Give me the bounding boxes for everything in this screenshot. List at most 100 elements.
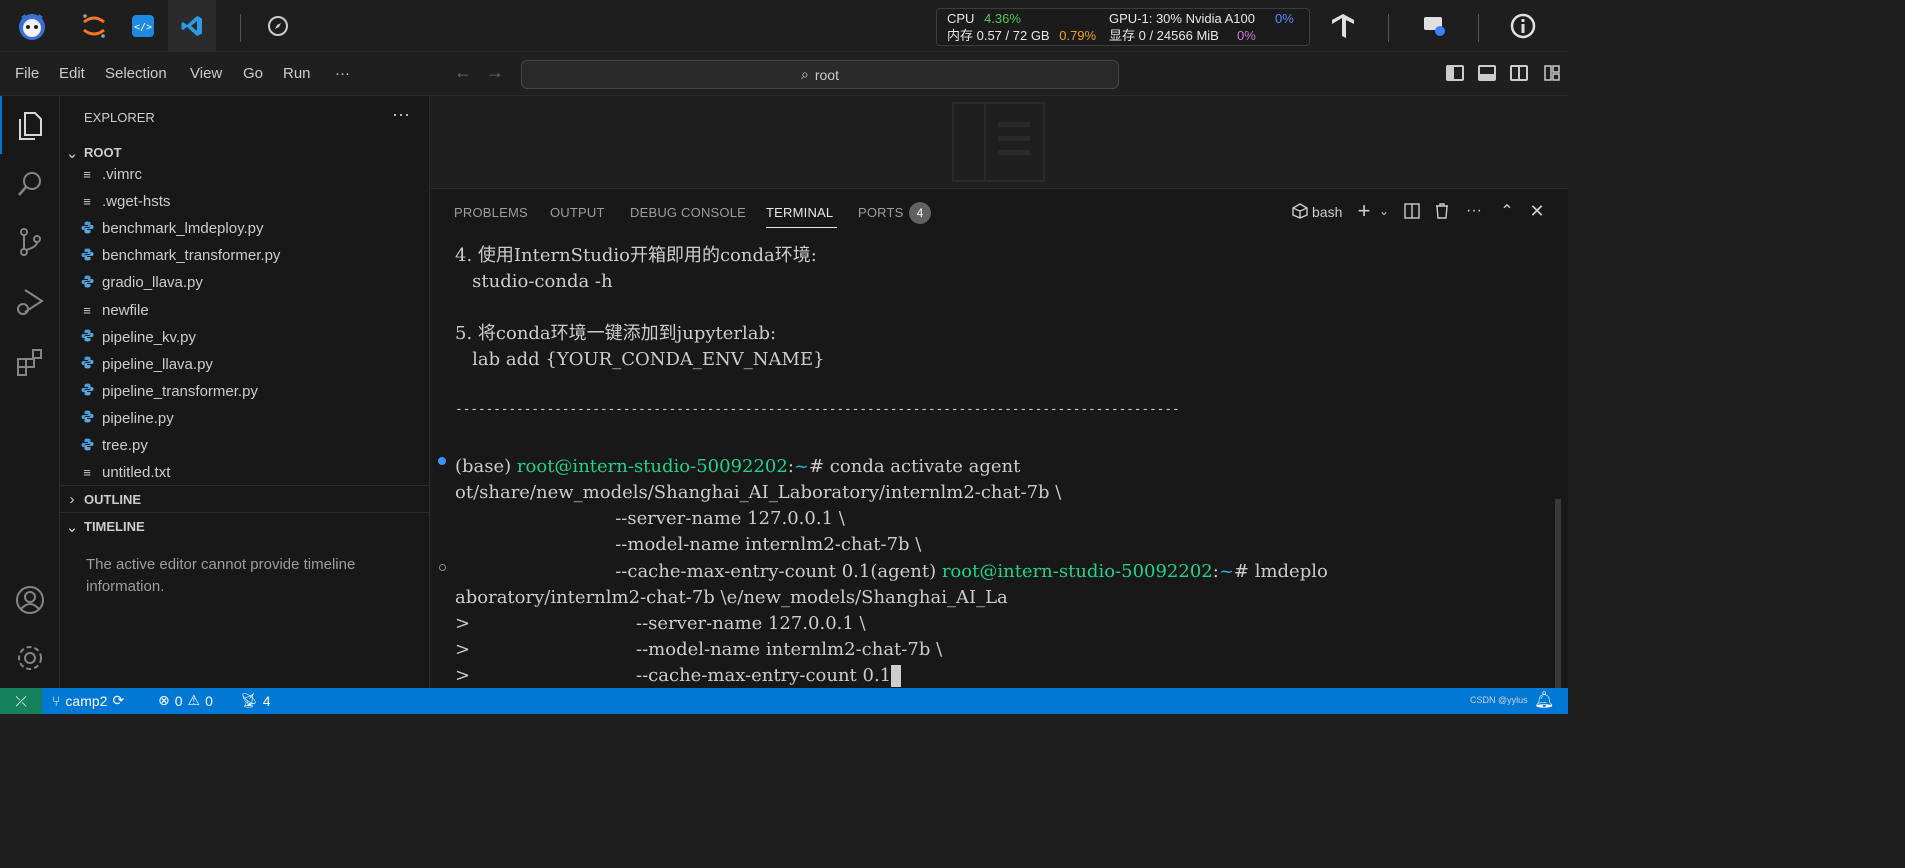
settings-gear-icon[interactable] [0, 630, 60, 686]
vscode-icon [174, 8, 210, 44]
tab-ports[interactable]: PORTS [858, 205, 904, 220]
timeline-message: The active editor cannot provide timelin… [86, 556, 356, 595]
menu-file[interactable]: File [15, 65, 39, 82]
ports-count: 4 [262, 692, 271, 709]
info-icon[interactable] [1505, 8, 1541, 44]
file-name: gradio_llava.py [102, 274, 203, 292]
root-folder-label: ROOT [84, 145, 122, 160]
active-tab-underline [766, 227, 837, 228]
back-arrow-icon[interactable]: ← [454, 62, 472, 83]
prompt-user: root@intern-studio-50092202 [516, 456, 788, 477]
text-file-icon: ≡ [83, 302, 91, 318]
broadcast-icon: 📡︎ [240, 692, 258, 708]
file-item[interactable]: ≡ .wget-hsts [60, 188, 430, 215]
terminal-line: studio-conda -h [455, 271, 613, 292]
terminal-scrollbar[interactable] [1555, 499, 1561, 689]
mascot-logo-icon[interactable] [14, 8, 50, 44]
menu-run[interactable]: Run [283, 65, 311, 82]
file-item[interactable]: ≡ newfile [60, 297, 430, 324]
code-editor-icon[interactable]: </> [125, 8, 161, 44]
customize-layout-icon[interactable] [1544, 65, 1560, 81]
resource-monitor: CPU 4.36% GPU-1: 30% Nvidia A100 0% 内存 0… [936, 8, 1310, 46]
error-count: 0 [174, 692, 183, 709]
chevron-down-icon: ⌄ [65, 518, 79, 536]
menu-go[interactable]: Go [243, 65, 263, 82]
source-control-icon[interactable] [0, 214, 60, 270]
file-item[interactable]: benchmark_lmdeploy.py [60, 215, 430, 242]
timeline-header[interactable]: ⌄ TIMELINE [60, 513, 430, 540]
vram-label: 显存 0 / 24566 MiB [1109, 28, 1219, 43]
terminal-line: --model-name internlm2-chat-7b \ [455, 534, 922, 555]
more-actions-icon[interactable]: ··· [1462, 199, 1486, 223]
terminal-line: 5. 将conda环境一键添加到jupyterlab: [455, 323, 777, 344]
file-item[interactable]: gradio_llava.py [60, 269, 430, 296]
tab-terminal[interactable]: TERMINAL [766, 205, 833, 220]
tab-output[interactable]: OUTPUT [550, 205, 605, 220]
search-icon[interactable] [0, 156, 60, 212]
menu-view[interactable]: View [190, 65, 222, 82]
tensorflow-icon[interactable] [1325, 8, 1361, 44]
file-item[interactable]: benchmark_transformer.py [60, 242, 430, 269]
file-name: pipeline_kv.py [102, 328, 196, 346]
extensions-icon[interactable] [0, 334, 60, 390]
watermark-text: CSDN @yylus [1470, 695, 1528, 705]
file-item[interactable]: ≡ untitled.txt [60, 459, 430, 486]
remote-desktop-icon[interactable] [1416, 8, 1452, 44]
terminal-shell-label[interactable]: bash [1312, 204, 1342, 220]
timeline-label: TIMELINE [84, 519, 145, 534]
split-terminal-icon[interactable] [1400, 199, 1424, 223]
warning-icon: ⚠ [187, 692, 201, 708]
vscode-tab[interactable] [168, 0, 216, 52]
outline-header[interactable]: › OUTLINE [60, 486, 430, 513]
prompt-path: ~ [1218, 561, 1234, 582]
python-file-icon [78, 383, 96, 399]
tab-problems[interactable]: PROBLEMS [454, 205, 528, 220]
command-success-decoration[interactable] [438, 457, 446, 465]
branch-status[interactable]: ⑂ camp2 ⟳ [52, 692, 124, 709]
menu-selection[interactable]: Selection [105, 65, 167, 82]
toggle-sidebar-icon[interactable] [1446, 65, 1464, 81]
command-center[interactable]: ⌕ root [521, 60, 1119, 89]
compass-icon[interactable] [260, 8, 296, 44]
terminal-line: lab add {YOUR_CONDA_ENV_NAME} [455, 349, 825, 370]
explorer-more-icon[interactable]: ··· [392, 104, 410, 125]
file-item[interactable]: tree.py [60, 432, 430, 459]
python-file-icon [78, 275, 96, 291]
file-name: pipeline.py [102, 409, 174, 427]
command-running-decoration[interactable] [439, 564, 446, 571]
status-bar: ⤫ ⑂ camp2 ⟳ ⊗ 0 ⚠ 0 📡︎ 4 CSDN @yylus 🔔︎ [0, 688, 1568, 714]
cpu-label: CPU [947, 11, 975, 26]
file-item[interactable]: ≡ .vimrc [60, 161, 430, 188]
terminal-line: ot/share/new_models/Shanghai_AI_Laborato… [455, 482, 1062, 503]
toggle-secondary-sidebar-icon[interactable] [1510, 65, 1528, 81]
trash-icon[interactable] [1430, 199, 1454, 223]
tab-debug-console[interactable]: DEBUG CONSOLE [630, 205, 746, 220]
close-panel-icon[interactable]: ✕ [1525, 199, 1549, 223]
problems-status[interactable]: ⊗ 0 ⚠ 0 [158, 692, 213, 709]
chevron-right-icon: › [69, 491, 75, 508]
explorer-icon[interactable] [0, 98, 60, 154]
ports-status[interactable]: 📡︎ 4 [240, 692, 271, 709]
forward-arrow-icon[interactable]: → [486, 62, 504, 83]
accounts-icon[interactable] [0, 572, 60, 628]
chevron-down-icon: ⌄ [65, 144, 79, 162]
terminal-line: > --cache-max-entry-count 0.1 [455, 663, 902, 689]
toggle-panel-icon[interactable] [1478, 65, 1496, 81]
warning-count: 0 [205, 692, 213, 709]
menu-more[interactable]: ··· [335, 65, 350, 82]
remote-indicator-icon[interactable]: ⤫ [0, 688, 42, 714]
file-item[interactable]: pipeline_transformer.py [60, 378, 430, 405]
divider [1388, 14, 1389, 42]
notifications-bell-icon[interactable]: 🔔︎ [1534, 690, 1554, 710]
maximize-panel-icon[interactable]: ⌃ [1495, 199, 1519, 223]
file-item[interactable]: pipeline_kv.py [60, 324, 430, 351]
file-item[interactable]: pipeline_llava.py [60, 351, 430, 378]
run-debug-icon[interactable] [0, 274, 60, 330]
sync-icon: ⟳ [112, 692, 125, 708]
menu-edit[interactable]: Edit [59, 65, 85, 82]
terminal-line: 4. 使用InternStudio开箱即用的conda环境: [455, 245, 817, 266]
chevron-down-icon[interactable]: ⌄ [1372, 199, 1396, 223]
file-item[interactable]: pipeline.py [60, 405, 430, 432]
file-name: pipeline_llava.py [102, 355, 213, 373]
jupyter-icon[interactable] [76, 8, 112, 44]
